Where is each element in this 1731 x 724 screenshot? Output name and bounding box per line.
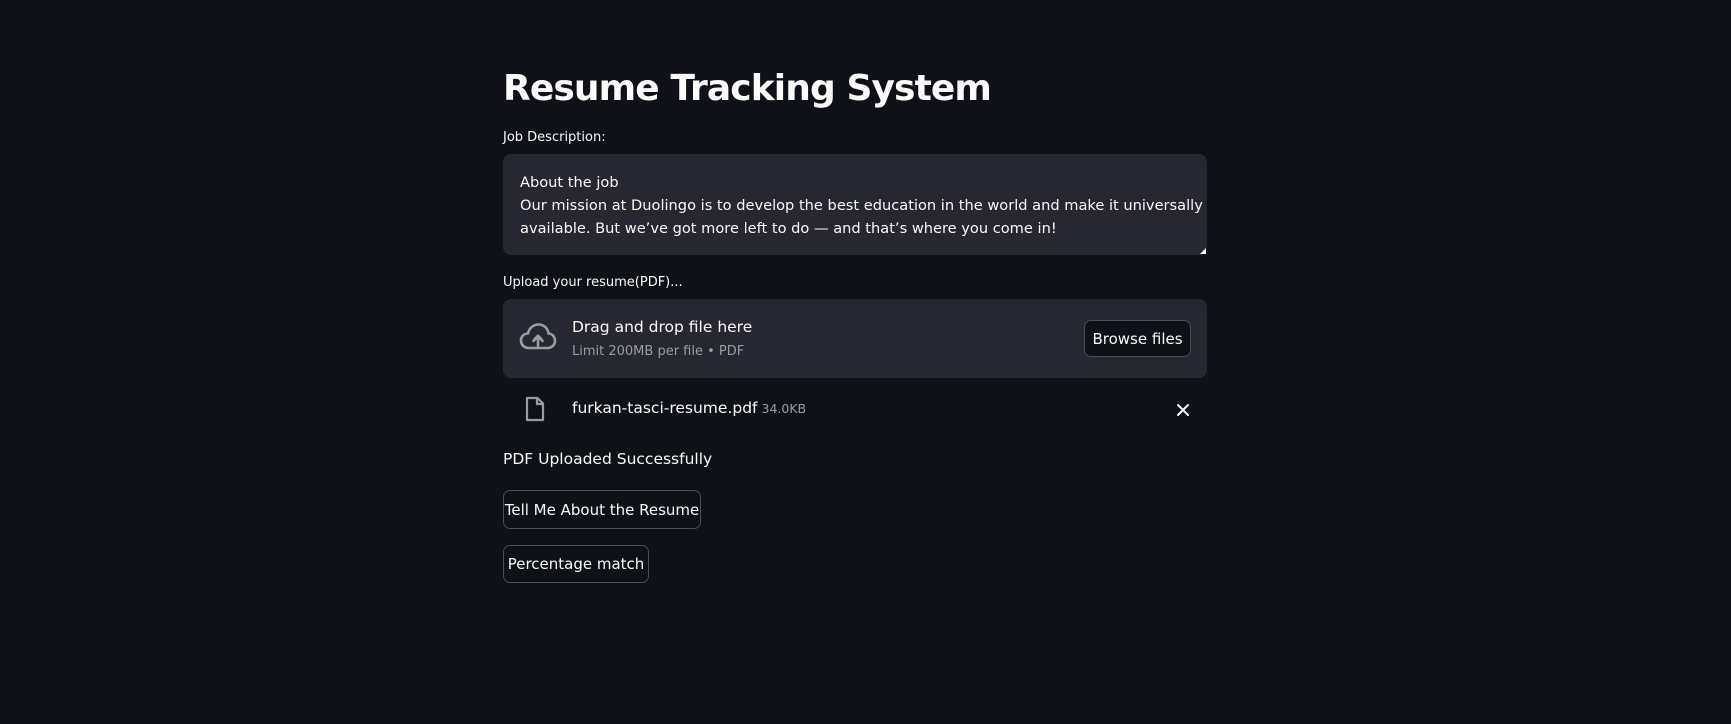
tell-me-about-resume-button[interactable]: Tell Me About the Resume [503,490,701,529]
close-icon[interactable] [1176,402,1190,416]
cloud-upload-icon [519,321,557,355]
job-description-line: available. But we’ve got more left to do… [520,220,1057,237]
file-size: 34.0KB [761,401,807,416]
dropzone-title: Drag and drop file here [572,318,753,336]
job-description-line: About the job [520,174,619,191]
resize-handle[interactable] [1200,248,1206,254]
uploaded-file-name: furkan-tasci-resume.pdf 34.0KB [572,399,806,417]
file-name-text: furkan-tasci-resume.pdf [572,399,758,417]
file-icon [525,396,545,422]
page-title: Resume Tracking System [503,68,992,109]
upload-success-message: PDF Uploaded Successfully [503,450,713,468]
dropzone-limit-text: Limit 200MB per file • PDF [572,344,745,359]
job-description-textarea[interactable]: About the job Our mission at Duolingo is… [503,154,1207,255]
uploaded-file-row: furkan-tasci-resume.pdf 34.0KB [503,391,1207,429]
upload-label: Upload your resume(PDF)... [503,275,683,290]
browse-files-button[interactable]: Browse files [1084,320,1191,357]
percentage-match-button[interactable]: Percentage match [503,545,649,583]
file-dropzone[interactable]: Drag and drop file here Limit 200MB per … [503,299,1207,378]
job-description-line: Our mission at Duolingo is to develop th… [520,197,1203,214]
job-description-label: Job Description: [503,130,606,145]
